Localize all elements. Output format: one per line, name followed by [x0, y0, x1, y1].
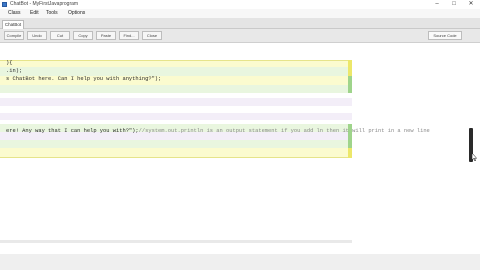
code-line: .in);: [6, 68, 23, 74]
code-line: ){: [6, 60, 13, 66]
code-line: s ChatBot here. Can I help you with anyt…: [6, 76, 162, 82]
paste-button[interactable]: Paste: [96, 31, 116, 40]
code-comment: //system.out.println is an output statem…: [138, 128, 430, 134]
code-text: ere! Any way that I can help you with?")…: [6, 128, 139, 134]
menu-class[interactable]: Class: [8, 9, 21, 18]
horizontal-scrollbar[interactable]: [0, 240, 352, 243]
status-bar: [0, 254, 480, 270]
copy-button[interactable]: Copy: [73, 31, 93, 40]
undo-button[interactable]: Undo: [27, 31, 47, 40]
mouse-pointer-icon: [472, 153, 477, 161]
maximize-button[interactable]: □: [447, 0, 461, 9]
scope-band: [0, 113, 352, 120]
window-titlebar: ChatBot - MyFirstJavaprogram – □ ✕: [0, 0, 480, 9]
close-button[interactable]: ✕: [464, 0, 478, 9]
scope-edge: [348, 60, 352, 76]
editor-tab-strip: ChatBot: [0, 18, 480, 29]
menu-edit[interactable]: Edit: [30, 9, 39, 18]
scope-band: [0, 148, 352, 158]
window-title: ChatBot - MyFirstJavaprogram: [10, 1, 79, 7]
scope-band: [0, 140, 352, 148]
view-selector[interactable]: Source Code: [428, 31, 462, 40]
find-button[interactable]: Find...: [119, 31, 139, 40]
scope-band: [0, 85, 352, 93]
scope-band: [0, 98, 352, 106]
cut-button[interactable]: Cut: [50, 31, 70, 40]
close-editor-button[interactable]: Close: [142, 31, 162, 40]
menu-bar: Class Edit Tools Options: [0, 9, 480, 18]
code-line: ere! Any way that I can help you with?")…: [6, 128, 430, 134]
code-editor[interactable]: ){ .in); s ChatBot here. Can I help you …: [0, 43, 480, 270]
scope-band: [0, 106, 352, 113]
menu-tools[interactable]: Tools: [46, 9, 58, 18]
scope-edge: [348, 148, 352, 158]
tab-chatbot[interactable]: ChatBot: [2, 20, 24, 29]
app-icon: [2, 2, 7, 7]
scope-edge: [348, 76, 352, 93]
compile-button[interactable]: Compile: [4, 31, 24, 40]
scope-band: [0, 60, 352, 67]
minimize-button[interactable]: –: [430, 0, 444, 9]
scope-band: [0, 67, 352, 76]
menu-options[interactable]: Options: [68, 9, 85, 18]
editor-toolbar: Compile Undo Cut Copy Paste Find... Clos…: [0, 29, 480, 43]
